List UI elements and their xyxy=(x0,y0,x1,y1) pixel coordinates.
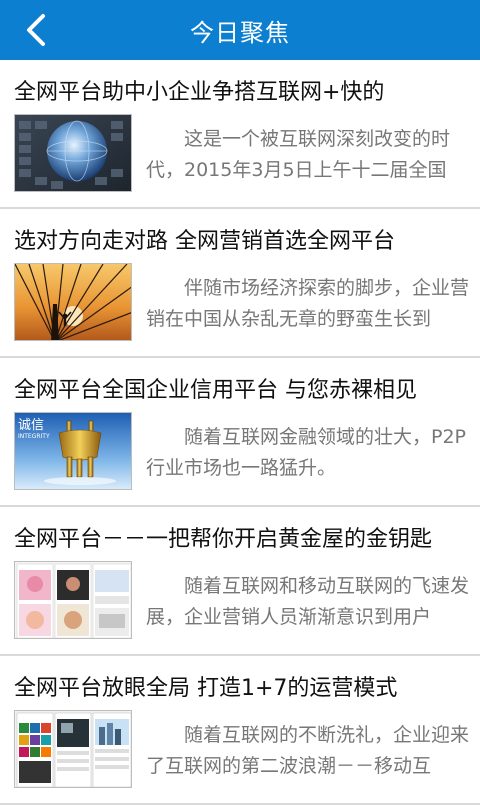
app-header: 今日聚焦 xyxy=(0,0,480,60)
sunset-bridge-image xyxy=(15,264,131,340)
article-thumbnail xyxy=(14,561,132,639)
integrity-bronze-vessel-image: 诚信 INTEGRITY xyxy=(15,413,131,489)
article-title: 选对方向走对路 全网营销首选全网平台 xyxy=(14,229,395,254)
website-collage-image xyxy=(15,562,131,638)
article-title: 全网平台全国企业信用平台 与您赤裸相见 xyxy=(14,378,417,403)
article-summary: 伴随市场经济探索的脚步，企业营销在中国从杂乱无章的野蛮生长到 xyxy=(146,277,470,330)
article-title: 全网平台助中小企业争搭互联网+快的 xyxy=(14,80,385,105)
article-summary: 这是一个被互联网深刻改变的时代，2015年3月5日上午十二届全国 xyxy=(146,128,451,181)
chevron-left-icon xyxy=(27,14,45,46)
svg-text:诚信: 诚信 xyxy=(18,418,44,433)
article-item[interactable]: 全网平台－－一把帮你开启黄金屋的金钥匙 随着互联网和移动互联网的飞速发展，企业营… xyxy=(0,507,480,656)
article-item[interactable]: 全网平台助中小企业争搭互联网+快的 这是一个被互联网深刻改变的时代，2015年3… xyxy=(0,60,480,209)
back-button[interactable] xyxy=(14,8,58,52)
mobile-app-screens-image xyxy=(15,711,131,787)
svg-text:INTEGRITY: INTEGRITY xyxy=(18,433,50,440)
article-list: 全网平台助中小企业争搭互联网+快的 这是一个被互联网深刻改变的时代，2015年3… xyxy=(0,60,480,805)
globe-keyboard-image xyxy=(15,115,131,191)
article-thumbnail xyxy=(14,263,132,341)
article-title: 全网平台－－一把帮你开启黄金屋的金钥匙 xyxy=(14,527,433,552)
article-item[interactable]: 全网平台全国企业信用平台 与您赤裸相见 诚信 INTEGRITY 随着互联网金融… xyxy=(0,358,480,507)
article-item[interactable]: 选对方向走对路 全网营销首选全网平台 伴随市场经济探索的脚步，企业营销在中国从杂… xyxy=(0,209,480,358)
article-summary: 随着互联网和移动互联网的飞速发展，企业营销人员渐渐意识到用户 xyxy=(146,575,470,628)
article-item[interactable]: 全网平台放眼全局 打造1+7的运营模式 随着互联网的不断洗礼，企业迎来了互联网的… xyxy=(0,656,480,805)
article-thumbnail xyxy=(14,114,132,192)
article-title: 全网平台放眼全局 打造1+7的运营模式 xyxy=(14,676,398,701)
article-thumbnail xyxy=(14,710,132,788)
article-summary: 随着互联网金融领域的壮大，P2P行业市场也一路猛升。 xyxy=(146,426,467,479)
article-summary: 随着互联网的不断洗礼，企业迎来了互联网的第二波浪潮－－移动互 xyxy=(146,724,470,777)
page-title: 今日聚焦 xyxy=(190,18,290,47)
article-thumbnail: 诚信 INTEGRITY xyxy=(14,412,132,490)
